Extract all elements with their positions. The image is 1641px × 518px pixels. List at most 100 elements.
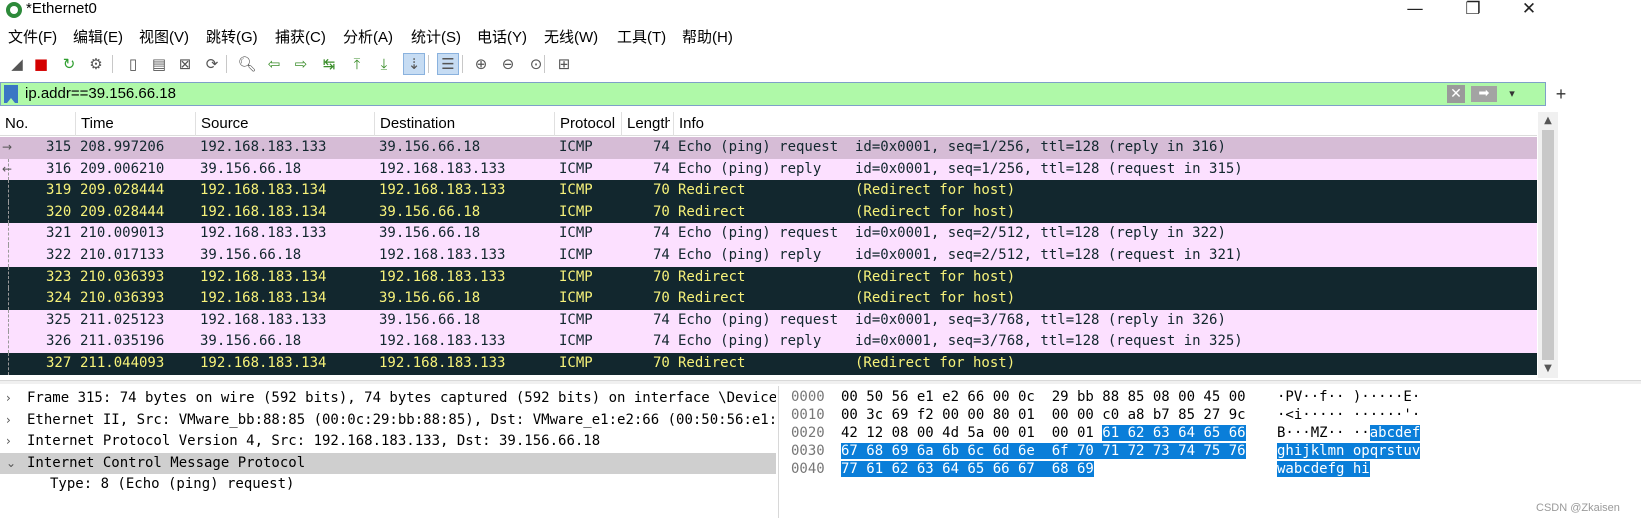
go-first-icon[interactable]: ⤒ bbox=[346, 53, 368, 75]
column-header-length[interactable]: Length bbox=[627, 115, 670, 132]
minimize-button[interactable]: — bbox=[1392, 0, 1438, 22]
bytes-row[interactable]: 0020 42 12 08 00 4d 5a 00 01 00 01 61 62 … bbox=[779, 424, 1641, 442]
menu-edit[interactable]: 编辑(E) bbox=[73, 26, 123, 47]
go-back-icon[interactable]: ⇦ bbox=[263, 53, 285, 75]
detail-tree-row[interactable]: › Frame 315: 74 bytes on wire (592 bits),… bbox=[0, 388, 776, 410]
packet-row[interactable]: 321 210.009013 192.168.183.133 39.156.66.18… bbox=[0, 223, 1537, 245]
packet-row[interactable]: 327 211.044093 192.168.183.134 192.168.183.… bbox=[0, 353, 1537, 375]
find-packet-icon[interactable]: 🔍︎ bbox=[236, 53, 258, 75]
bytes-row[interactable]: 0040 77 61 62 63 64 65 66 67 68 69 wabcdef… bbox=[779, 460, 1641, 478]
bytes-ascii-highlighted: wabcdefg hi bbox=[1277, 461, 1370, 477]
cell-info: Echo (ping) request id=0x0001, seq=3/768… bbox=[678, 311, 1226, 328]
packet-row[interactable]: ← 316 209.006210 39.156.66.18 192.168.183.13… bbox=[0, 158, 1537, 181]
maximize-button[interactable]: ❐ bbox=[1450, 0, 1496, 22]
expand-arrow-icon[interactable]: › bbox=[6, 410, 11, 432]
bytes-row[interactable]: 0000 00 50 56 e1 e2 66 00 0c 29 bb 88 85 … bbox=[779, 388, 1641, 406]
menu-statistics[interactable]: 统计(S) bbox=[411, 26, 461, 47]
packet-row[interactable]: 320 209.028444 192.168.183.134 39.156.66.18… bbox=[0, 201, 1537, 224]
expand-arrow-icon[interactable]: › bbox=[6, 388, 11, 410]
menu-view[interactable]: 视图(V) bbox=[139, 26, 189, 47]
colorize-icon[interactable]: ☰ bbox=[437, 53, 459, 75]
column-header-source[interactable]: Source bbox=[201, 115, 249, 132]
close-button[interactable]: ✕ bbox=[1506, 0, 1552, 22]
menu-telephony[interactable]: 电话(Y) bbox=[477, 26, 527, 47]
menu-go[interactable]: 跳转(G) bbox=[206, 26, 258, 47]
add-filter-button[interactable]: + bbox=[1552, 83, 1570, 105]
zoom-in-icon[interactable]: ⊕ bbox=[470, 53, 492, 75]
restart-capture-icon[interactable]: ↻ bbox=[58, 53, 80, 75]
capture-options-icon[interactable]: ⚙ bbox=[85, 53, 107, 75]
packet-row[interactable]: 326 211.035196 39.156.66.18 192.168.183.133… bbox=[0, 331, 1537, 353]
cell-length: 70 bbox=[653, 268, 670, 285]
cell-length: 74 bbox=[653, 225, 670, 242]
column-divider[interactable] bbox=[75, 112, 76, 136]
bookmark-icon[interactable] bbox=[4, 85, 18, 103]
open-file-icon[interactable]: ▯ bbox=[122, 53, 144, 75]
pane-splitter[interactable] bbox=[0, 380, 1641, 384]
related-packet-line bbox=[8, 353, 9, 375]
column-header-time[interactable]: Time bbox=[81, 115, 114, 132]
packet-row[interactable]: 323 210.036393 192.168.183.134 192.168.183.… bbox=[0, 266, 1537, 289]
menu-file[interactable]: 文件(F) bbox=[8, 26, 57, 47]
close-file-icon[interactable]: ⊠ bbox=[174, 53, 196, 75]
column-divider[interactable] bbox=[673, 112, 674, 136]
bytes-row[interactable]: 0030 67 68 69 6a 6b 6c 6d 6e 6f 70 71 72 … bbox=[779, 442, 1641, 460]
save-file-icon[interactable]: ▤ bbox=[148, 53, 170, 75]
cell-time: 209.006210 bbox=[80, 160, 165, 177]
cell-info: Redirect (Redirect for host) bbox=[678, 182, 1016, 199]
cell-time: 211.044093 bbox=[80, 355, 165, 371]
cell-info: Echo (ping) reply id=0x0001, seq=2/512, … bbox=[678, 247, 1243, 263]
auto-scroll-icon[interactable]: ⇣ bbox=[403, 53, 425, 75]
detail-tree-row[interactable]: › Internet Protocol Version 4, Src: 192.1… bbox=[0, 431, 776, 453]
zoom-out-icon[interactable]: ⊖ bbox=[497, 53, 519, 75]
scroll-up-icon[interactable]: ▲ bbox=[1538, 112, 1558, 130]
clear-filter-icon[interactable]: ✕ bbox=[1447, 85, 1465, 103]
menu-capture[interactable]: 捕获(C) bbox=[275, 26, 326, 47]
display-filter-input[interactable]: ip.addr==39.156.66.18 bbox=[25, 85, 176, 102]
detail-tree-row[interactable]: ⌄ Internet Control Message Protocol bbox=[0, 452, 776, 475]
menu-analyze[interactable]: 分析(A) bbox=[343, 26, 393, 47]
bytes-row[interactable]: 0010 00 3c 69 f2 00 00 80 01 00 00 c0 a8 … bbox=[779, 406, 1641, 424]
cell-length: 74 bbox=[653, 311, 670, 328]
menu-tools[interactable]: 工具(T) bbox=[617, 26, 666, 47]
related-packet-line bbox=[8, 309, 9, 332]
go-last-icon[interactable]: ⤓ bbox=[373, 53, 395, 75]
bytes-ascii: ·<i····· ······'· bbox=[1277, 406, 1420, 424]
detail-tree-label: Internet Protocol Version 4, Src: 192.16… bbox=[27, 433, 601, 450]
column-header-destination[interactable]: Destination bbox=[380, 115, 455, 132]
packet-row[interactable]: 319 209.028444 192.168.183.134 192.168.183.… bbox=[0, 180, 1537, 202]
expand-arrow-icon[interactable]: › bbox=[6, 431, 11, 453]
column-divider[interactable] bbox=[621, 112, 622, 136]
bytes-hex-highlighted: 67 68 69 6a 6b 6c 6d 6e 6f 70 71 72 73 7… bbox=[841, 443, 1246, 459]
stop-capture-icon[interactable]: ■ bbox=[30, 53, 52, 75]
scroll-down-icon[interactable]: ▼ bbox=[1538, 360, 1558, 378]
detail-tree-row[interactable]: Type: 8 (Echo (ping) request) bbox=[0, 474, 776, 496]
packet-row[interactable]: 324 210.036393 192.168.183.134 39.156.66.18… bbox=[0, 288, 1537, 310]
column-divider[interactable] bbox=[374, 112, 375, 136]
related-packet-line bbox=[8, 201, 9, 224]
filter-history-dropdown[interactable]: ▾ bbox=[1503, 84, 1521, 104]
cell-source: 192.168.183.134 bbox=[200, 268, 327, 285]
packet-list: → 315 208.997206 192.168.183.133 39.156.66.1… bbox=[0, 137, 1537, 377]
collapse-arrow-icon[interactable]: ⌄ bbox=[6, 453, 16, 475]
column-divider[interactable] bbox=[195, 112, 196, 136]
go-forward-icon[interactable]: ⇨ bbox=[290, 53, 312, 75]
column-divider[interactable] bbox=[554, 112, 555, 136]
detail-tree-row[interactable]: › Ethernet II, Src: VMware_bb:88:85 (00:0… bbox=[0, 410, 776, 432]
column-header-no[interactable]: No. bbox=[5, 115, 28, 132]
cell-no: 326 bbox=[46, 333, 72, 350]
column-header-protocol[interactable]: Protocol bbox=[560, 115, 615, 132]
packet-row[interactable]: 325 211.025123 192.168.183.133 39.156.66.18… bbox=[0, 309, 1537, 332]
reload-file-icon[interactable]: ⟳ bbox=[201, 53, 223, 75]
column-header-info[interactable]: Info bbox=[679, 115, 704, 132]
menu-help[interactable]: 帮助(H) bbox=[682, 26, 733, 47]
packet-list-scrollbar[interactable]: ▲ ▼ bbox=[1538, 112, 1558, 378]
start-capture-icon[interactable]: ◢ bbox=[6, 53, 28, 75]
menu-wireless[interactable]: 无线(W) bbox=[544, 26, 598, 47]
packet-row[interactable]: 322 210.017133 39.156.66.18 192.168.183.133… bbox=[0, 245, 1537, 267]
apply-filter-icon[interactable]: ➡ bbox=[1471, 86, 1497, 102]
resize-columns-icon[interactable]: ⊞ bbox=[553, 53, 575, 75]
scrollbar-thumb[interactable] bbox=[1542, 130, 1554, 360]
packet-row[interactable]: → 315 208.997206 192.168.183.133 39.156.66.1… bbox=[0, 137, 1537, 159]
go-to-packet-icon[interactable]: ↹ bbox=[318, 53, 340, 75]
